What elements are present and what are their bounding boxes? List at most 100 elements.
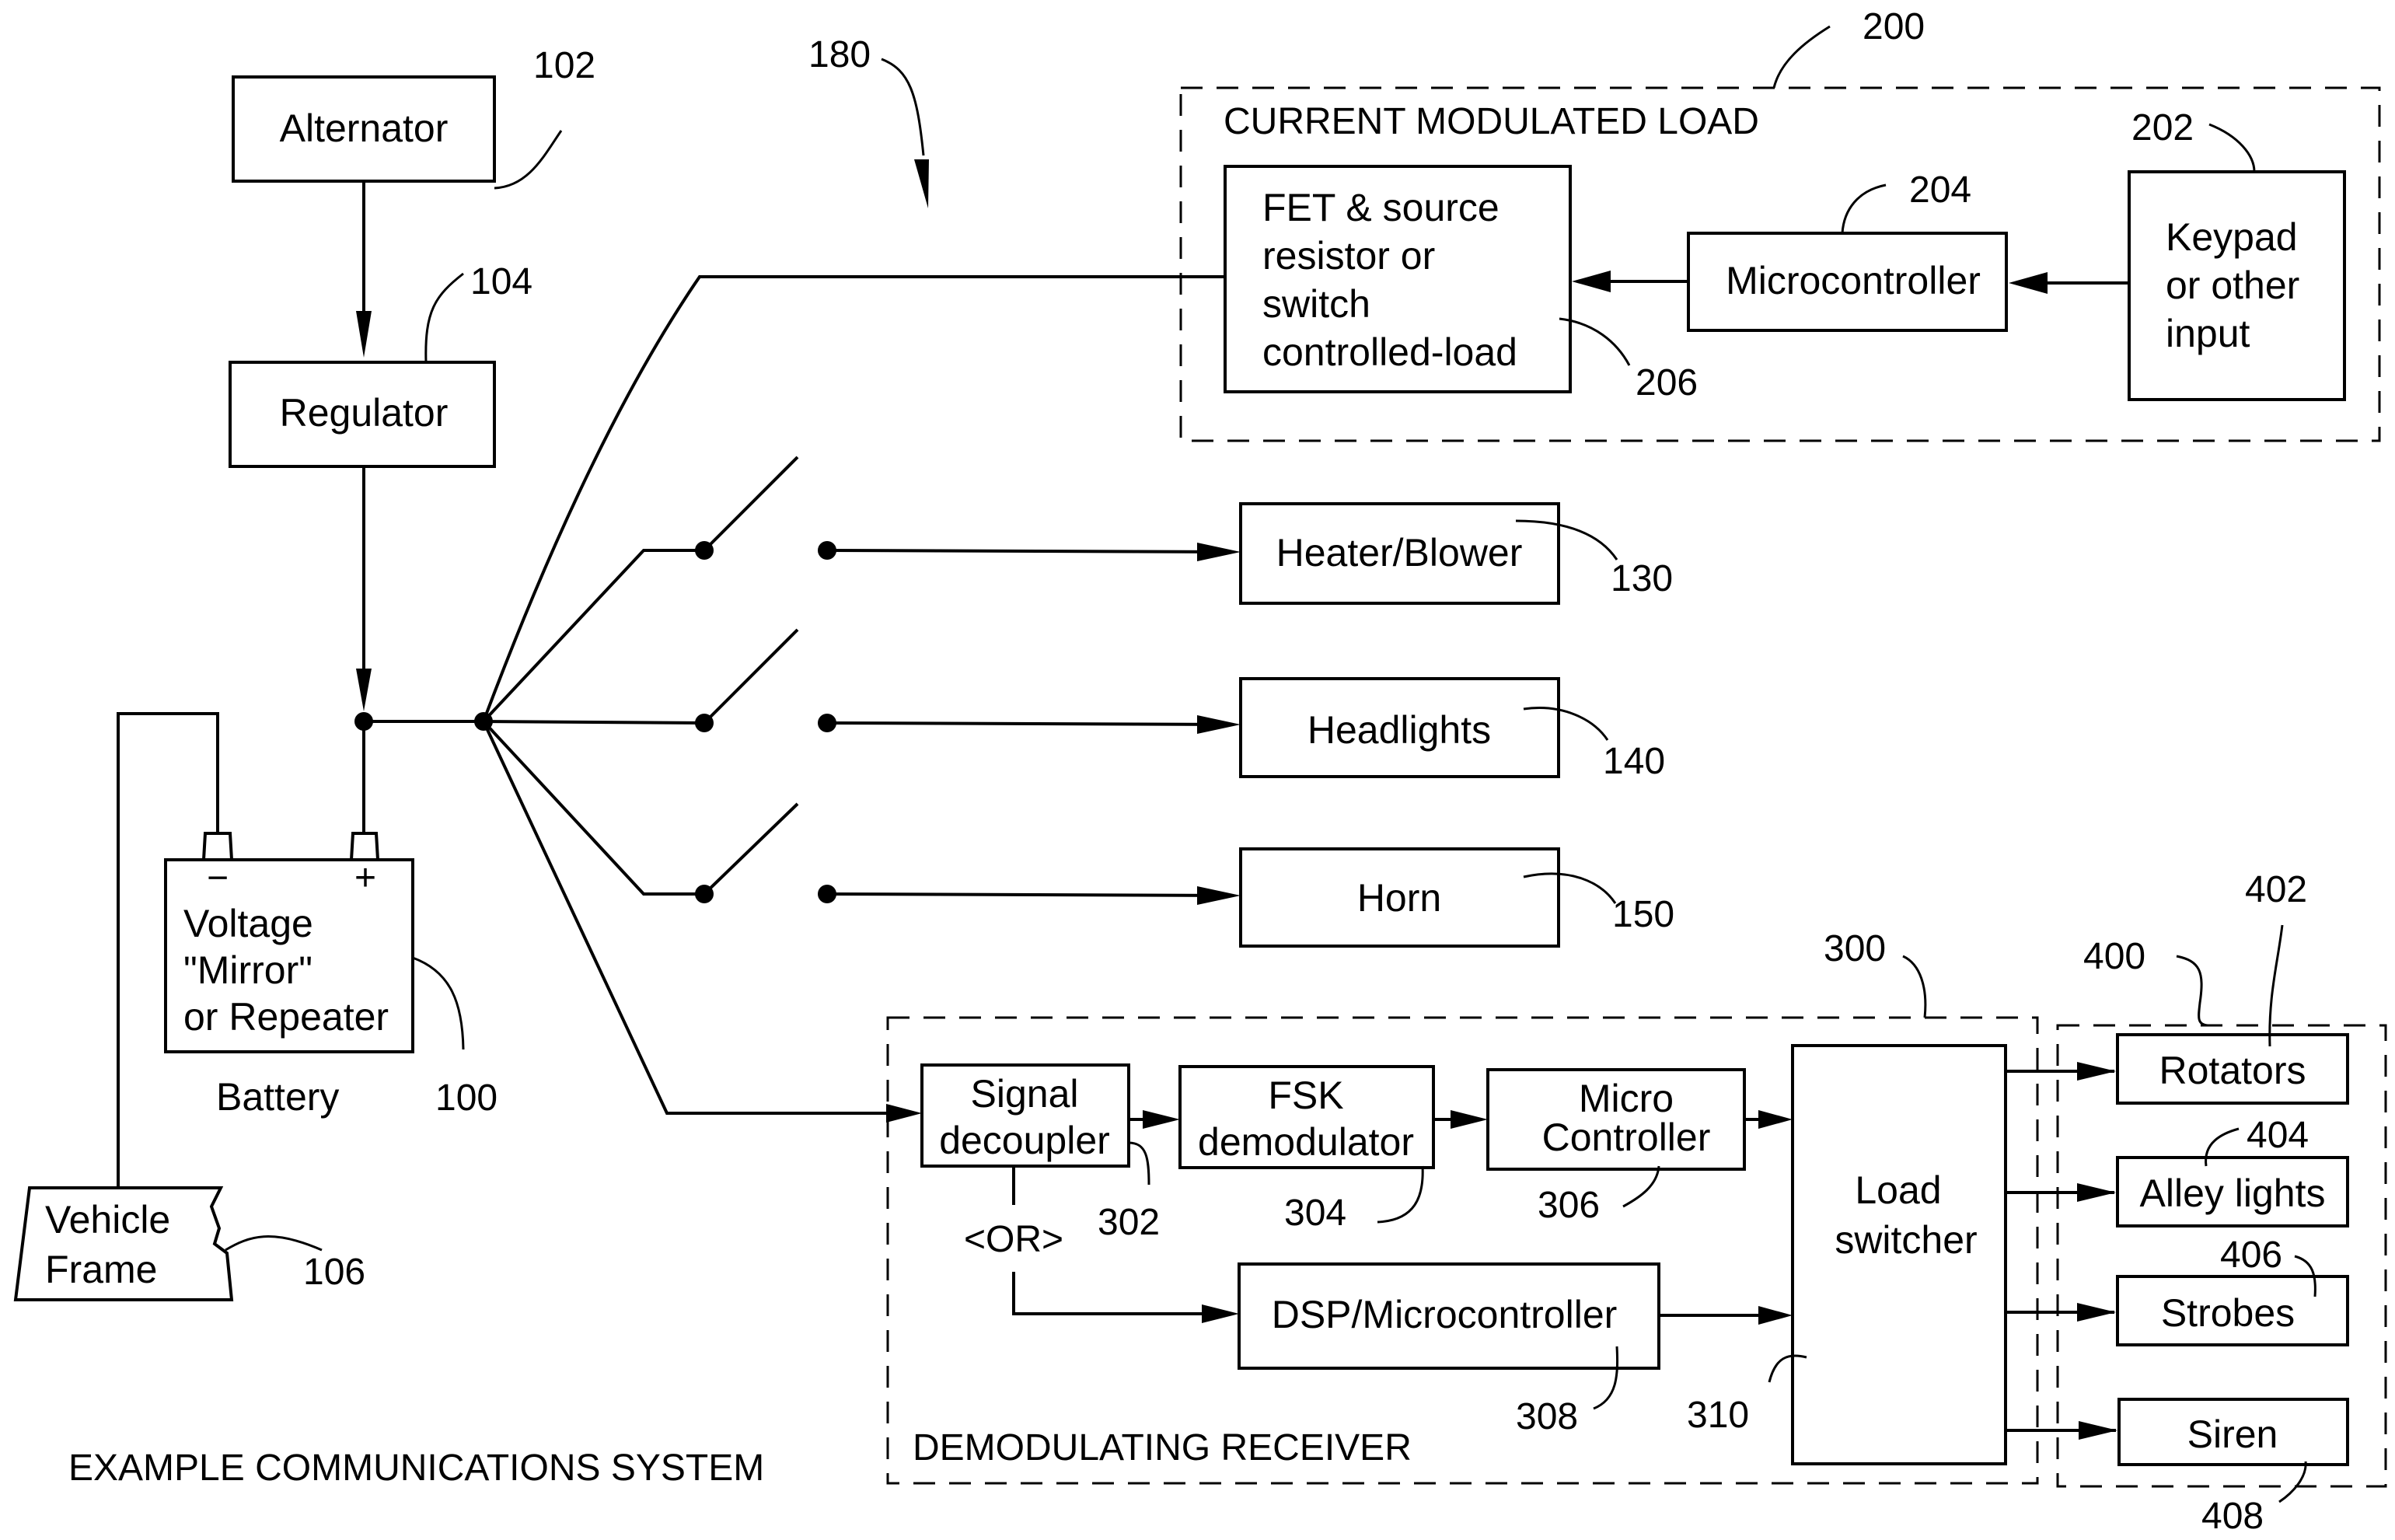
arrow-to-heater	[1197, 543, 1241, 561]
keypad-block: Keypad or other input	[2128, 170, 2346, 401]
fet-line-4: controlled-load	[1262, 330, 1517, 374]
wire-bus-to-receiver	[482, 721, 902, 1115]
siren-label: Siren	[2187, 1413, 2278, 1456]
arrow-to-fet	[1572, 271, 1611, 292]
ref-180: 180	[808, 34, 871, 75]
headlights-label: Headlights	[1307, 708, 1491, 752]
battery-text-line-2: "Mirror"	[183, 948, 312, 992]
figure-title: EXAMPLE COMMUNICATIONS SYSTEM	[68, 1447, 764, 1489]
battery-caption: Battery	[216, 1075, 339, 1119]
current-modulated-load-title: CURRENT MODULATED LOAD	[1224, 101, 1759, 142]
strobes-block: Strobes	[2116, 1275, 2349, 1346]
horn-block: Horn	[1239, 847, 1560, 948]
fsk-demodulator-block: FSK demodulator	[1178, 1065, 1435, 1169]
rotators-block: Rotators	[2116, 1033, 2349, 1105]
arrow-to-micro-204	[2009, 272, 2048, 294]
vehicle-frame-line-2: Frame	[45, 1248, 157, 1291]
leader-304	[1377, 1165, 1424, 1224]
ref-300: 300	[1824, 928, 1886, 969]
switch-heater[interactable]	[695, 456, 836, 560]
arrow-to-micro-306	[1451, 1110, 1488, 1129]
fet-line-3: switch	[1262, 282, 1370, 326]
ref-400: 400	[2083, 936, 2145, 977]
keypad-line-2: or other	[2166, 264, 2299, 307]
micro-306-line-1: Micro	[1579, 1077, 1674, 1120]
ref-100: 100	[435, 1077, 498, 1119]
vehicle-frame-block: Vehicle Frame	[13, 1186, 234, 1301]
signal-decoupler-line-1: Signal	[971, 1072, 1079, 1116]
load-switcher-block: Load switcher	[1791, 1044, 2007, 1465]
arrow-to-regulator	[356, 311, 372, 358]
leader-180	[881, 58, 925, 156]
switch-headlights[interactable]	[695, 628, 836, 732]
arrow-to-switcher-bottom	[1758, 1306, 1793, 1325]
arrow-to-rotators	[2077, 1062, 2116, 1081]
leader-204	[1841, 183, 1887, 234]
fet-line-2: resistor or	[1262, 234, 1435, 278]
load-switcher-line-1: Load	[1855, 1168, 1941, 1212]
signal-decoupler-line-2: decoupler	[939, 1119, 1110, 1162]
micro-306-line-2: Controller	[1542, 1116, 1711, 1159]
heater-blower-block: Heater/Blower	[1239, 502, 1560, 605]
or-label: <OR>	[964, 1219, 1063, 1260]
keypad-line-1: Keypad	[2166, 215, 2298, 259]
ref-304: 304	[1284, 1193, 1346, 1234]
leader-302	[1128, 1141, 1150, 1186]
rotators-label: Rotators	[2159, 1049, 2306, 1092]
ref-202: 202	[2131, 107, 2194, 148]
fet-controlled-load-block: FET & source resistor or switch controll…	[1224, 165, 1572, 393]
headlights-block: Headlights	[1239, 677, 1560, 778]
leader-200	[1772, 25, 1831, 89]
keypad-line-3: input	[2166, 312, 2250, 355]
wire-decoupler-or-branch-bottom	[1012, 1272, 1220, 1315]
alley-lights-label: Alley lights	[2140, 1172, 2326, 1215]
ref-408: 408	[2201, 1496, 2264, 1537]
alternator-label: Alternator	[280, 107, 449, 150]
micro-controller-306-block: Micro Controller	[1486, 1068, 1746, 1171]
arrow-to-signal-decoupler	[886, 1104, 922, 1123]
wire-to-heater	[826, 549, 1229, 553]
arrow-to-dsp	[1202, 1304, 1239, 1323]
leader-104	[424, 272, 464, 363]
battery-text-line-3: or Repeater	[183, 995, 389, 1039]
demodulating-receiver-title: DEMODULATING RECEIVER	[913, 1427, 1412, 1468]
ref-404: 404	[2247, 1115, 2309, 1156]
wire-bus-to-modulated-load	[482, 275, 1225, 722]
dsp-label: DSP/Microcontroller	[1272, 1293, 1618, 1336]
ref-104: 104	[470, 261, 532, 302]
ref-310: 310	[1687, 1395, 1749, 1436]
leader-202	[2208, 123, 2256, 173]
battery-text-line-1: Voltage	[183, 902, 313, 945]
arrow-to-strobes	[2077, 1303, 2116, 1322]
ref-106: 106	[303, 1252, 365, 1293]
fsk-line-1: FSK	[1268, 1074, 1343, 1117]
wire-to-headlights	[826, 721, 1229, 726]
heater-blower-label: Heater/Blower	[1276, 531, 1523, 574]
ref-406: 406	[2220, 1234, 2282, 1276]
leader-306	[1622, 1165, 1660, 1208]
leader-102	[494, 130, 563, 190]
arrow-to-fsk	[1143, 1110, 1180, 1129]
arrow-to-junction	[356, 669, 372, 711]
alternator-block: Alternator	[232, 75, 496, 183]
leader-400	[2176, 955, 2208, 1027]
regulator-block: Regulator	[229, 361, 496, 468]
ref-402: 402	[2245, 869, 2307, 910]
ref-204: 204	[1909, 169, 1971, 211]
strobes-label: Strobes	[2161, 1291, 2295, 1335]
horn-label: Horn	[1357, 876, 1441, 920]
battery-neg-terminal	[202, 832, 233, 861]
battery-block: − + Voltage "Mirror" or Repeater	[164, 832, 414, 1053]
communications-system-diagram: Alternator 102 Regulator 104 − + Voltage…	[13, 6, 2387, 1537]
ref-302: 302	[1098, 1202, 1160, 1243]
vehicle-frame-line-1: Vehicle	[45, 1198, 170, 1241]
ref-306: 306	[1538, 1185, 1600, 1226]
ref-140: 140	[1603, 741, 1665, 782]
fsk-line-2: demodulator	[1198, 1120, 1414, 1164]
leader-408	[2278, 1461, 2307, 1503]
switch-horn[interactable]	[695, 802, 836, 903]
arrow-to-switcher-top	[1758, 1110, 1793, 1129]
ref-206: 206	[1636, 362, 1698, 403]
ref-130: 130	[1611, 558, 1673, 599]
regulator-label: Regulator	[280, 391, 449, 435]
